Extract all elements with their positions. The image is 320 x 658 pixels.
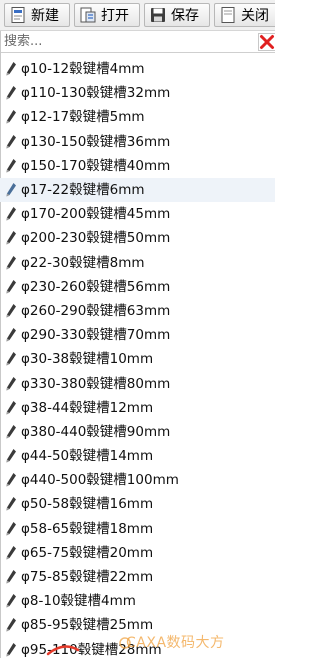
list-item[interactable]: φ330-380毂键槽80mm bbox=[0, 371, 275, 395]
list-item-label: φ380-440毂键槽90mm bbox=[21, 423, 171, 440]
list-item-label: φ170-200毂键槽45mm bbox=[21, 206, 171, 223]
list-item[interactable]: φ110-130毂键槽32mm bbox=[0, 81, 275, 105]
pen-icon bbox=[6, 328, 16, 342]
pen-icon bbox=[6, 110, 16, 124]
list-item[interactable]: φ8-10毂键槽4mm bbox=[0, 589, 275, 613]
pen-icon bbox=[6, 134, 16, 149]
list-item[interactable]: φ12-17毂键槽5mm bbox=[0, 105, 275, 129]
list-item[interactable]: φ170-200毂键槽45mm bbox=[0, 202, 275, 226]
list-item[interactable]: φ10-12毂键槽4mm bbox=[0, 57, 275, 81]
list-item-label: φ130-150毂键槽36mm bbox=[21, 133, 171, 150]
search-input[interactable] bbox=[2, 32, 254, 51]
list-item-label: φ30-38毂键槽10mm bbox=[21, 351, 154, 368]
pen-icon bbox=[6, 545, 16, 560]
list-item[interactable]: φ75-85毂键槽22mm bbox=[0, 565, 275, 589]
list-item-label: φ38-44毂键槽12mm bbox=[21, 399, 154, 416]
list-item[interactable]: φ58-65毂键槽18mm bbox=[0, 517, 275, 541]
list-item-label: φ22-30毂键槽8mm bbox=[21, 254, 145, 271]
list-item-label: φ110-130毂键槽32mm bbox=[21, 85, 171, 102]
list-item[interactable]: φ380-440毂键槽90mm bbox=[0, 420, 275, 444]
keyway-list[interactable]: φ10-12毂键槽4mm φ110-130毂键槽32mm φ12-17毂键槽5mm φ… bbox=[0, 57, 275, 658]
clear-search-button[interactable] bbox=[258, 33, 275, 51]
close-button[interactable]: 关闭 bbox=[214, 3, 275, 27]
list-item-label: φ58-65毂键槽18mm bbox=[21, 520, 154, 537]
clear-x-icon bbox=[260, 35, 274, 49]
close-button-label: 关闭 bbox=[241, 8, 269, 24]
list-item[interactable]: φ290-330毂键槽70mm bbox=[0, 323, 275, 347]
pen-icon bbox=[6, 497, 16, 511]
open-folder-icon bbox=[80, 7, 96, 23]
open-button[interactable]: 打开 bbox=[74, 3, 140, 27]
list-item-label: φ440-500毂键槽100mm bbox=[21, 472, 179, 489]
watermark-scribble bbox=[46, 645, 80, 656]
pen-icon bbox=[6, 400, 16, 415]
list-item[interactable]: φ230-260毂键槽56mm bbox=[0, 275, 275, 299]
list-item-label: φ75-85毂键槽22mm bbox=[21, 569, 154, 586]
pen-icon bbox=[6, 207, 16, 221]
save-button-label: 保存 bbox=[171, 8, 199, 24]
list-item[interactable]: φ38-44毂键槽12mm bbox=[0, 396, 275, 420]
list-item-label: φ65-75毂键槽20mm bbox=[21, 544, 154, 561]
list-item[interactable]: φ50-58毂键槽16mm bbox=[0, 492, 275, 516]
pen-icon bbox=[6, 594, 16, 608]
list-item-label: φ230-260毂键槽56mm bbox=[21, 278, 171, 295]
pen-icon bbox=[6, 521, 16, 536]
list-item[interactable]: φ30-38毂键槽10mm bbox=[0, 347, 275, 371]
pen-icon bbox=[6, 618, 16, 632]
watermark-text: CAXA数码大方 bbox=[126, 635, 225, 651]
list-item[interactable]: φ150-170毂键槽40mm bbox=[0, 154, 275, 178]
pen-icon bbox=[6, 158, 16, 173]
close-document-icon bbox=[221, 7, 235, 23]
pen-icon bbox=[6, 303, 16, 318]
pen-icon bbox=[6, 183, 16, 197]
list-item-label: φ290-330毂键槽70mm bbox=[21, 327, 171, 344]
list-item[interactable]: φ130-150毂键槽36mm bbox=[0, 130, 275, 154]
list-item-label: φ50-58毂键槽16mm bbox=[21, 496, 154, 513]
pen-icon bbox=[6, 376, 16, 391]
list-item-label: φ12-17毂键槽5mm bbox=[21, 109, 145, 126]
list-item[interactable]: φ200-230毂键槽50mm bbox=[0, 226, 275, 250]
pen-icon bbox=[6, 86, 16, 100]
list-item[interactable]: φ22-30毂键槽8mm bbox=[0, 251, 275, 275]
list-item-label: φ8-10毂键槽4mm bbox=[21, 593, 136, 610]
pen-icon bbox=[6, 424, 16, 439]
new-document-icon bbox=[11, 7, 25, 23]
list-item[interactable]: φ17-22毂键槽6mm bbox=[0, 177, 275, 203]
list-item[interactable]: φ44-50毂键槽14mm bbox=[0, 444, 275, 468]
list-item[interactable]: φ440-500毂键槽100mm bbox=[0, 468, 275, 492]
list-item-label: φ150-170毂键槽40mm bbox=[21, 157, 171, 174]
pen-icon bbox=[6, 279, 16, 294]
save-button[interactable]: 保存 bbox=[144, 3, 210, 27]
new-button-label: 新建 bbox=[31, 8, 59, 24]
list-item-label: φ44-50毂键槽14mm bbox=[21, 448, 154, 465]
list-item-label: φ10-12毂键槽4mm bbox=[21, 61, 145, 78]
search-bar bbox=[0, 31, 275, 53]
list-item-label: φ330-380毂键槽80mm bbox=[21, 375, 171, 392]
pen-icon bbox=[6, 231, 16, 245]
pen-icon bbox=[6, 570, 16, 584]
list-item-label: φ17-22毂键槽6mm bbox=[21, 182, 145, 199]
open-button-label: 打开 bbox=[101, 8, 129, 24]
pen-icon bbox=[6, 62, 16, 76]
pen-icon bbox=[6, 449, 16, 463]
list-item-label: φ260-290毂键槽63mm bbox=[21, 302, 171, 319]
list-item[interactable]: φ260-290毂键槽63mm bbox=[0, 299, 275, 323]
pen-icon bbox=[6, 473, 16, 487]
list-item[interactable]: φ65-75毂键槽20mm bbox=[0, 541, 275, 565]
pen-icon bbox=[6, 255, 16, 270]
toolbar: 新建 打开 保存 关闭 bbox=[0, 0, 275, 31]
app-window: 新建 打开 保存 关闭 搜索... φ10-12毂键槽4mm φ110-130毂… bbox=[0, 0, 275, 658]
pen-icon bbox=[6, 352, 16, 366]
pen-icon bbox=[6, 642, 16, 657]
save-disk-icon bbox=[151, 8, 165, 22]
new-button[interactable]: 新建 bbox=[4, 3, 70, 27]
list-item-label: φ200-230毂键槽50mm bbox=[21, 230, 171, 247]
